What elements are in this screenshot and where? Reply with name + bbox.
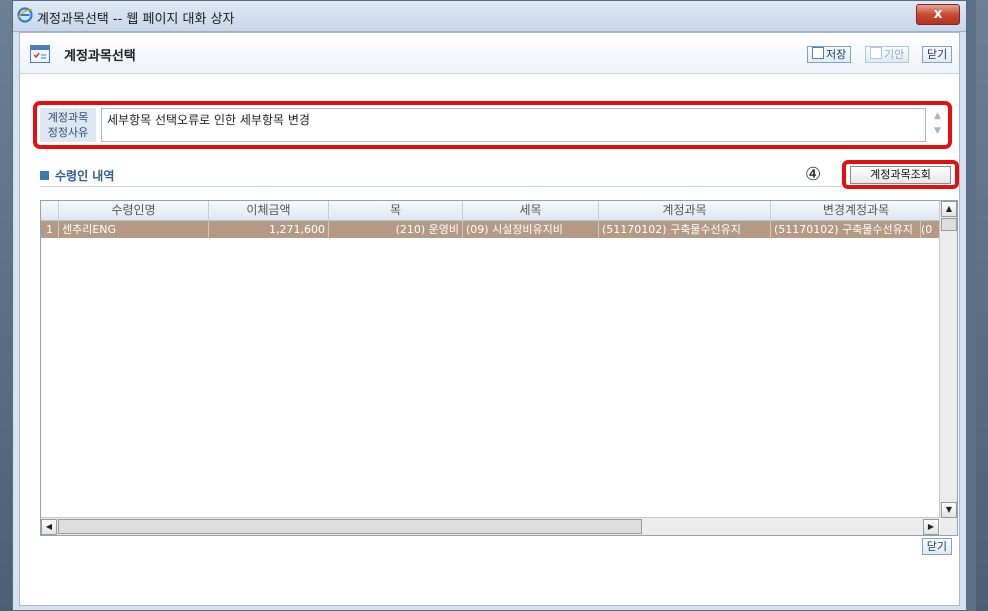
vertical-scrollbar[interactable]: ▲ ▼	[939, 201, 957, 518]
table-row[interactable]: 1 센추리ENG 1,271,600 (210) 운영비 (09) 시설장비유지…	[41, 221, 939, 238]
page-title: 계정과목선택	[64, 49, 136, 64]
scroll-down-icon: ▼	[934, 126, 941, 136]
section-bullet-icon	[40, 171, 49, 180]
desktop-background-right	[976, 0, 988, 611]
reason-label-line2: 정정사유	[47, 126, 89, 139]
scroll-up-arrow-icon[interactable]: ▲	[941, 201, 957, 217]
draft-button[interactable]: 기안	[865, 46, 910, 63]
correction-reason-highlight: 계정과목 정정사유 세부항목 선택오류로 인한 세부항목 변경 ▲ ▼	[33, 101, 952, 149]
account-lookup-button[interactable]: 계정과목조회	[850, 166, 951, 184]
scroll-up-icon: ▲	[934, 111, 941, 121]
column-header-recipient[interactable]: 수령인명	[59, 201, 209, 220]
edit-document-icon	[870, 47, 882, 59]
header-close-button[interactable]: 닫기	[922, 46, 953, 63]
title-bar[interactable]: 계정과목선택 -- 웹 페이지 대화 상자 x	[13, 1, 966, 32]
horizontal-scrollbar[interactable]: ◀ ▶	[41, 517, 939, 535]
reason-label-line1: 계정과목	[47, 111, 89, 124]
header-close-label: 닫기	[927, 48, 948, 61]
save-button[interactable]: 저장	[807, 46, 852, 63]
horizontal-scroll-thumb[interactable]	[58, 519, 642, 534]
footer-close-button[interactable]: 닫기	[921, 538, 952, 555]
overflow-cell[interactable]: (0	[921, 221, 941, 238]
step-marker: ④	[805, 164, 822, 185]
grid-header: 수령인명 이체금액 목 세목 계정과목 변경계정과목	[41, 201, 939, 221]
draft-button-label: 기안	[884, 48, 905, 61]
scrollbar-corner	[940, 518, 957, 535]
changed-account-cell[interactable]: (51170102) 구축물수선유지	[771, 221, 921, 238]
disk-icon	[812, 47, 824, 59]
column-header-item[interactable]: 목	[329, 201, 463, 220]
scroll-right-arrow-icon[interactable]: ▶	[923, 519, 939, 535]
account-cell[interactable]: (51170102) 구축물수선유지	[599, 221, 771, 238]
item-cell[interactable]: (210) 운영비	[329, 221, 463, 238]
correction-reason-label: 계정과목 정정사유	[40, 108, 96, 142]
dialog-content: 계정과목선택 저장 기안 닫기 계정과목 정정사유 세부항목 선택오류로 인한 …	[19, 32, 960, 606]
desktop-background-left	[0, 0, 12, 611]
window-close-button[interactable]: x	[916, 4, 960, 25]
subitem-cell[interactable]: (09) 시설장비유지비	[463, 221, 599, 238]
footer-close-label: 닫기	[926, 540, 947, 553]
recipient-grid: 수령인명 이체금액 목 세목 계정과목 변경계정과목 1 센추리ENG 1,27…	[40, 200, 958, 536]
section-divider	[40, 186, 951, 187]
page-header: 계정과목선택 저장 기안 닫기	[20, 33, 959, 74]
correction-reason-textarea[interactable]: 세부항목 선택오류로 인한 세부항목 변경	[101, 108, 926, 142]
textarea-scroll-arrows[interactable]: ▲ ▼	[931, 109, 944, 140]
amount-cell[interactable]: 1,271,600	[209, 221, 329, 238]
scroll-left-arrow-icon[interactable]: ◀	[41, 519, 57, 535]
row-number-header	[41, 201, 59, 220]
scroll-down-arrow-icon[interactable]: ▼	[941, 502, 957, 518]
checklist-icon	[30, 45, 50, 63]
column-header-subitem[interactable]: 세목	[463, 201, 599, 220]
column-header-amount[interactable]: 이체금액	[209, 201, 329, 220]
window-title: 계정과목선택 -- 웹 페이지 대화 상자	[37, 12, 235, 27]
dialog-window: 계정과목선택 -- 웹 페이지 대화 상자 x 계정과목선택 저장 기안 닫기	[12, 0, 967, 611]
row-number: 1	[41, 221, 59, 238]
save-button-label: 저장	[826, 48, 847, 61]
internet-explorer-icon	[17, 7, 33, 23]
vertical-scroll-thumb[interactable]	[941, 218, 957, 231]
column-header-changed-account[interactable]: 변경계정과목	[771, 201, 941, 220]
section-heading: 수령인 내역	[40, 167, 114, 184]
column-header-account[interactable]: 계정과목	[599, 201, 771, 220]
section-title-text: 수령인 내역	[55, 169, 115, 183]
recipient-cell[interactable]: 센추리ENG	[59, 221, 209, 238]
